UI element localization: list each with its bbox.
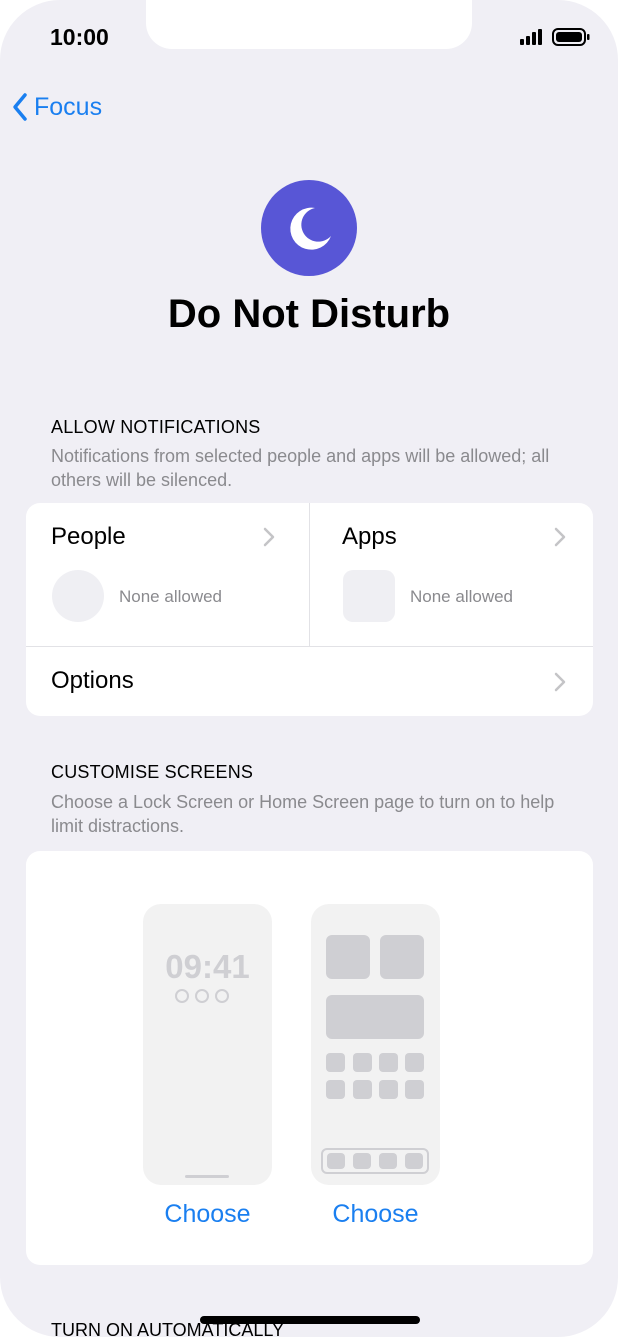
dock-tile bbox=[379, 1153, 397, 1169]
chevron-right-icon bbox=[554, 527, 566, 547]
app-tile bbox=[353, 1080, 372, 1099]
widget-tile-wide bbox=[326, 995, 424, 1039]
apps-status: None allowed bbox=[410, 587, 514, 606]
apps-label: Apps bbox=[342, 523, 397, 550]
app-tile bbox=[379, 1053, 398, 1072]
customise-screens-description: Choose a Lock Screen or Home Screen page… bbox=[51, 792, 555, 836]
chevron-right-icon bbox=[554, 672, 566, 692]
home-screen-preview[interactable] bbox=[311, 904, 440, 1185]
options-row[interactable]: Options bbox=[26, 647, 593, 716]
options-label: Options bbox=[51, 667, 134, 694]
screens-card: 09:41 Choose Choose bbox=[26, 851, 593, 1265]
status-icons bbox=[520, 28, 590, 46]
back-label: Focus bbox=[34, 92, 103, 121]
lock-preview-time: 09:41 bbox=[165, 948, 250, 985]
page-title: Do Not Disturb bbox=[167, 292, 451, 336]
back-button[interactable]: Focus bbox=[12, 92, 102, 122]
choose-home-screen-button[interactable]: Choose bbox=[311, 1200, 440, 1229]
battery-icon bbox=[552, 28, 590, 46]
app-tile bbox=[326, 1053, 345, 1072]
people-label: People bbox=[51, 523, 126, 550]
apps-cell[interactable]: Apps None allowed bbox=[310, 503, 593, 646]
widget-circle bbox=[215, 989, 229, 1003]
phone-screen: 10:00 Focus Do Not Disturb ALLOW NOTIFIC… bbox=[0, 0, 618, 1337]
people-cell[interactable]: People None allowed bbox=[26, 503, 309, 646]
choose-lock-screen-button[interactable]: Choose bbox=[143, 1200, 272, 1229]
widget-circle bbox=[195, 989, 209, 1003]
notifications-card: People None allowed Apps None allowed Op… bbox=[26, 503, 593, 716]
app-tile bbox=[326, 1080, 345, 1099]
chevron-right-icon bbox=[263, 527, 275, 547]
dock-tile bbox=[327, 1153, 345, 1169]
widget-circle bbox=[175, 989, 189, 1003]
customise-screens-heading: CUSTOMISE SCREENS bbox=[51, 762, 254, 782]
status-time: 10:00 bbox=[50, 24, 109, 50]
lock-preview-home-bar bbox=[185, 1175, 229, 1178]
app-icon-placeholder bbox=[343, 570, 395, 622]
widget-tile bbox=[326, 935, 370, 979]
app-tile bbox=[405, 1053, 424, 1072]
signal-icon bbox=[520, 29, 542, 45]
dock-tile bbox=[353, 1153, 371, 1169]
lock-screen-preview[interactable]: 09:41 bbox=[143, 904, 272, 1185]
chevron-left-icon bbox=[13, 93, 27, 121]
people-status: None allowed bbox=[119, 587, 223, 606]
app-tile bbox=[405, 1080, 424, 1099]
moon-icon bbox=[290, 207, 331, 250]
allow-notifications-heading: ALLOW NOTIFICATIONS bbox=[51, 417, 261, 437]
dock bbox=[321, 1148, 429, 1174]
moon-badge bbox=[261, 180, 357, 276]
allow-notifications-description: Notifications from selected people and a… bbox=[51, 446, 550, 490]
people-avatar-placeholder bbox=[52, 570, 104, 622]
dock-tile bbox=[405, 1153, 423, 1169]
home-indicator[interactable] bbox=[200, 1316, 420, 1324]
widget-tile bbox=[380, 935, 424, 979]
app-tile bbox=[379, 1080, 398, 1099]
lock-preview-widgets bbox=[175, 989, 229, 1003]
notch bbox=[146, 0, 472, 49]
app-tile bbox=[353, 1053, 372, 1072]
